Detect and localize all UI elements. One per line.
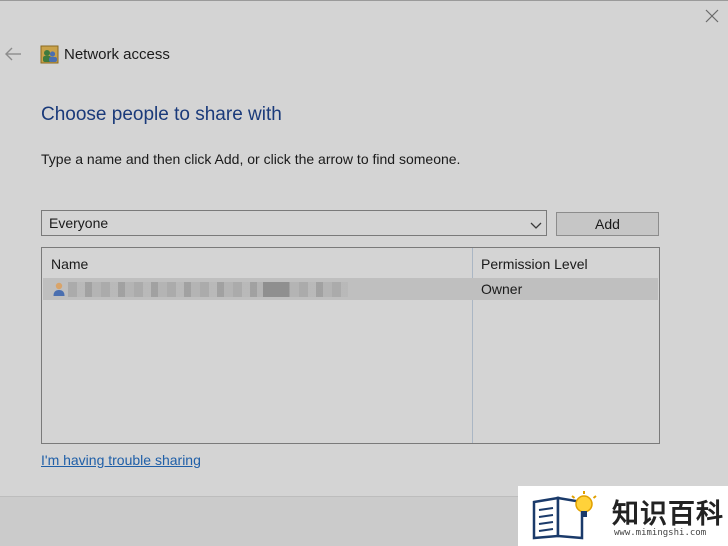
table-row[interactable]: Owner bbox=[43, 278, 658, 300]
people-picker-combobox[interactable]: Everyone bbox=[41, 210, 547, 236]
trouble-sharing-link[interactable]: I'm having trouble sharing bbox=[41, 452, 201, 468]
add-button[interactable]: Add bbox=[556, 212, 659, 236]
column-header-name[interactable]: Name bbox=[51, 256, 88, 272]
redacted-user-name bbox=[68, 282, 348, 297]
chevron-down-icon bbox=[530, 222, 542, 229]
dropdown-button[interactable] bbox=[530, 218, 542, 229]
user-icon bbox=[52, 281, 66, 297]
redacted-user-name-block bbox=[263, 282, 289, 297]
window-title: Network access bbox=[64, 46, 170, 63]
users-icon bbox=[40, 45, 59, 64]
watermark-url: www.mimingshi.com bbox=[614, 528, 707, 538]
people-list[interactable]: Name Permission Level Owner bbox=[41, 247, 660, 444]
people-picker-value[interactable]: Everyone bbox=[49, 215, 108, 231]
back-button[interactable] bbox=[4, 46, 22, 62]
watermark-title: 知识百科 bbox=[612, 499, 724, 529]
column-header-permission[interactable]: Permission Level bbox=[481, 256, 588, 272]
permission-level-cell[interactable]: Owner bbox=[481, 281, 522, 297]
page-heading: Choose people to share with bbox=[41, 104, 282, 125]
close-icon bbox=[705, 9, 719, 23]
window-top-border bbox=[0, 0, 728, 1]
back-arrow-icon bbox=[5, 47, 21, 61]
close-button[interactable] bbox=[704, 8, 720, 24]
watermark-logo: 知识百科 www.mimingshi.com bbox=[518, 486, 728, 546]
book-lightbulb-icon bbox=[532, 491, 597, 540]
instruction-text: Type a name and then click Add, or click… bbox=[41, 151, 461, 167]
